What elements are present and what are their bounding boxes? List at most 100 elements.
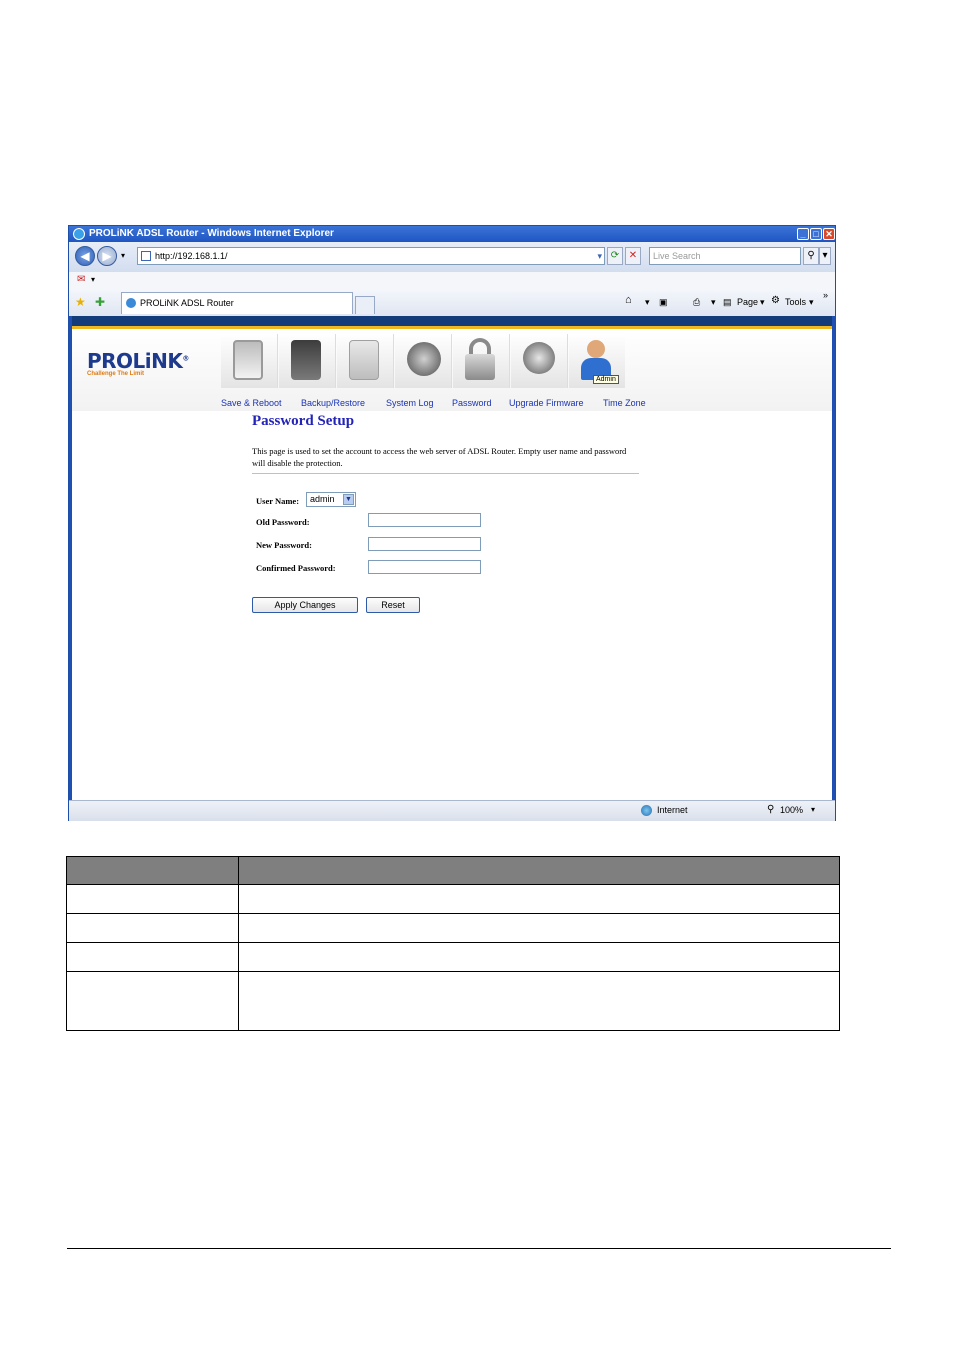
gear-tower-icon xyxy=(291,340,321,380)
globe-monitor-icon xyxy=(523,342,555,374)
globe-icon xyxy=(407,342,441,376)
table-row xyxy=(66,971,840,1031)
new-password-field[interactable] xyxy=(368,537,481,551)
table-header-row xyxy=(66,856,840,885)
tab-row: ★ ✚ PROLiNK ADSL Router ⌂ ▾ ▣ ⎙ ▾ ▤ Page… xyxy=(69,290,835,316)
favorites-star-icon[interactable]: ★ xyxy=(75,295,86,309)
table-cell xyxy=(238,942,840,972)
minimize-icon[interactable]: _ xyxy=(797,228,809,240)
command-bar-top: ✉ ▾ xyxy=(69,272,835,291)
table-cell xyxy=(66,884,239,914)
nav-upgrade-firmware[interactable]: Upgrade Firmware xyxy=(509,398,584,408)
browser-tab[interactable]: PROLiNK ADSL Router xyxy=(121,292,353,314)
zoom-dropdown-icon[interactable]: ▾ xyxy=(811,805,815,814)
address-url: http://192.168.1.1/ xyxy=(155,251,228,261)
page-menu[interactable]: Page xyxy=(737,297,758,307)
table-cell xyxy=(238,971,840,1031)
zoom-icon: ⚲ xyxy=(767,804,775,815)
new-tab-button[interactable] xyxy=(355,296,375,314)
nav-backup-restore[interactable]: Backup/Restore xyxy=(301,398,365,408)
tools-menu[interactable]: Tools xyxy=(785,297,806,307)
history-dropdown-icon[interactable]: ▾ xyxy=(121,251,125,260)
logo-tagline: Challenge The Limit xyxy=(87,371,145,377)
nav-system-log[interactable]: System Log xyxy=(386,398,434,408)
table-cell xyxy=(66,971,239,1031)
table-header-cell xyxy=(66,856,239,885)
navigation-bar: ◀ ▶ ▾ http://192.168.1.1/ ▾ ⟳ ✕ Live Sea… xyxy=(69,242,835,272)
page-icon xyxy=(141,251,151,261)
window-title: PROLiNK ADSL Router - Windows Internet E… xyxy=(89,228,334,239)
password-nav-icon[interactable] xyxy=(395,334,452,388)
title-bar: PROLiNK ADSL Router - Windows Internet E… xyxy=(69,226,835,242)
user-name-select[interactable]: admin ▼ xyxy=(306,492,356,507)
confirm-password-label: Confirmed Password: xyxy=(256,563,336,573)
chevron-down-icon[interactable]: ▼ xyxy=(343,494,354,505)
nav-save-reboot[interactable]: Save & Reboot xyxy=(221,398,282,408)
translate-dropdown-icon[interactable]: ▾ xyxy=(91,275,95,284)
browser-window: PROLiNK ADSL Router - Windows Internet E… xyxy=(68,225,836,821)
search-options-icon[interactable]: ▾ xyxy=(819,247,831,265)
back-icon[interactable]: ◀ xyxy=(75,246,95,266)
nav-password[interactable]: Password xyxy=(452,398,492,408)
tools-dropdown-icon[interactable]: ▾ xyxy=(809,297,814,308)
home-dropdown-icon[interactable]: ▾ xyxy=(645,297,650,308)
page-dropdown-icon[interactable]: ▾ xyxy=(760,297,765,308)
translate-icon[interactable]: ✉ xyxy=(77,274,85,285)
old-password-field[interactable] xyxy=(368,513,481,527)
footer-rule xyxy=(67,1248,891,1249)
table-cell xyxy=(66,942,239,972)
backup-restore-nav-icon[interactable] xyxy=(279,334,336,388)
system-log-nav-icon[interactable] xyxy=(337,334,394,388)
ie-logo-icon xyxy=(73,228,85,240)
print-icon[interactable]: ⎙ xyxy=(693,297,700,308)
header-stripe xyxy=(69,316,835,326)
confirm-password-field[interactable] xyxy=(368,560,481,574)
time-zone-nav-icon[interactable] xyxy=(511,334,568,388)
toolbar-overflow-icon[interactable]: » xyxy=(823,290,828,300)
address-bar[interactable]: http://192.168.1.1/ ▾ xyxy=(137,247,605,265)
monitor-icon xyxy=(233,340,263,380)
zoom-level[interactable]: 100% xyxy=(780,805,803,815)
print-dropdown-icon[interactable]: ▾ xyxy=(711,297,716,308)
address-dropdown-icon[interactable]: ▾ xyxy=(597,248,602,264)
table-cell xyxy=(66,913,239,943)
search-input[interactable]: Live Search xyxy=(649,247,801,265)
save-reboot-nav-icon[interactable] xyxy=(221,334,278,388)
window-left-border xyxy=(69,316,72,800)
window-right-border xyxy=(832,316,835,800)
tab-title: PROLiNK ADSL Router xyxy=(140,298,234,308)
page-title: Password Setup xyxy=(252,413,355,429)
stop-icon[interactable]: ✕ xyxy=(625,247,641,265)
apply-changes-button[interactable]: Apply Changes xyxy=(252,597,358,613)
table-row xyxy=(66,942,840,972)
add-favorites-icon[interactable]: ✚ xyxy=(95,295,105,309)
prolink-logo: PROLiNK® xyxy=(87,349,189,373)
field-description-table xyxy=(66,856,840,1031)
home-icon[interactable]: ⌂ xyxy=(625,294,632,306)
table-row xyxy=(66,884,840,914)
user-name-label: User Name: xyxy=(256,496,300,506)
table-row xyxy=(66,913,840,943)
nav-time-zone[interactable]: Time Zone xyxy=(603,398,646,408)
table-cell xyxy=(238,913,840,943)
forward-icon[interactable]: ▶ xyxy=(97,246,117,266)
page-description: This page is used to set the account to … xyxy=(252,446,627,468)
admin-head-icon xyxy=(587,340,605,358)
new-password-label: New Password: xyxy=(256,540,312,550)
table-cell xyxy=(238,884,840,914)
tools-gear-icon: ⚙ xyxy=(771,295,780,306)
page-content: PROLiNK® Challenge The Limit Admin Save … xyxy=(69,316,835,800)
maximize-icon[interactable]: □ xyxy=(810,228,822,240)
table-header-cell xyxy=(238,856,840,885)
security-zone: Internet xyxy=(657,805,688,815)
user-name-value: admin xyxy=(310,494,335,504)
reset-button[interactable]: Reset xyxy=(366,597,420,613)
feeds-icon[interactable]: ▣ xyxy=(659,297,668,308)
server-icon xyxy=(349,340,379,380)
status-bar: Internet ⚲ 100% ▾ xyxy=(69,800,835,821)
close-icon[interactable]: ✕ xyxy=(823,228,835,240)
old-password-label: Old Password: xyxy=(256,517,310,527)
refresh-icon[interactable]: ⟳ xyxy=(607,247,623,265)
upgrade-firmware-nav-icon[interactable] xyxy=(453,334,510,388)
search-icon[interactable]: ⚲ xyxy=(803,247,819,265)
